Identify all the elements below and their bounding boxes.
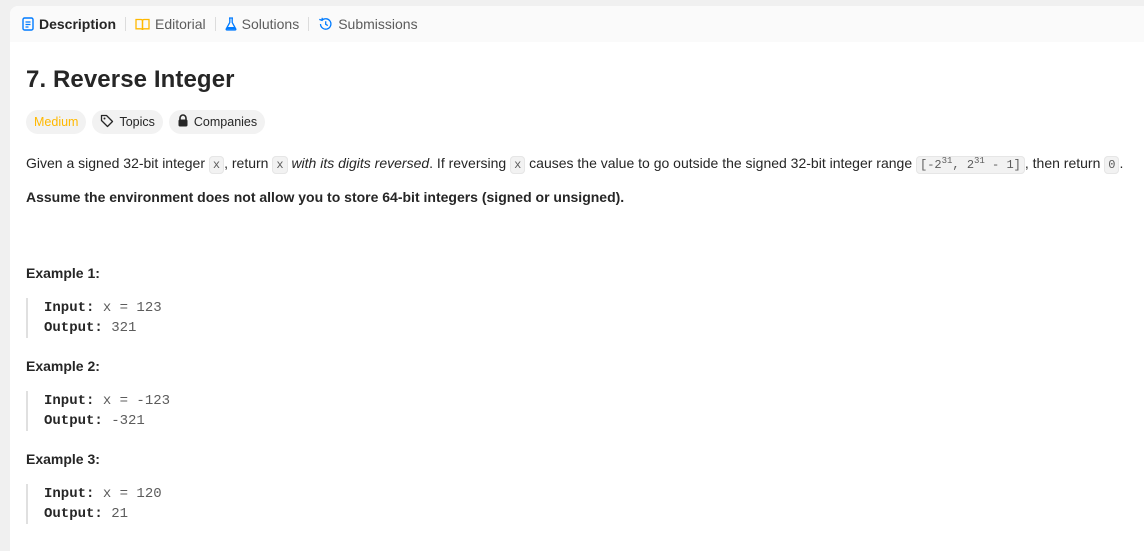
output-value: -321	[111, 413, 145, 429]
output-value: 321	[111, 320, 137, 336]
tab-description[interactable]: Description	[22, 6, 116, 42]
desc-text: .	[1119, 155, 1124, 171]
output-label: Output:	[44, 413, 103, 429]
problem-panel: Description Editorial Solutions Submissi…	[10, 6, 1144, 551]
tab-label: Solutions	[241, 16, 300, 32]
output-value: 21	[111, 506, 129, 522]
example-output-line: Output: -321	[44, 411, 170, 431]
lock-icon	[177, 114, 189, 130]
inline-code-x: x	[272, 156, 288, 174]
example-output-line: Output: 21	[44, 504, 162, 524]
companies-button[interactable]: Companies	[168, 110, 266, 134]
problem-title: 7. Reverse Integer	[26, 66, 235, 93]
desc-text: , then return	[1024, 155, 1105, 171]
tab-submissions[interactable]: Submissions	[318, 6, 418, 42]
input-value: x = 120	[102, 486, 162, 502]
example-block: Input: x = 123 Output: 321	[26, 298, 162, 338]
book-icon	[135, 18, 150, 31]
flask-icon	[225, 17, 237, 31]
range-part: , 2	[952, 158, 975, 172]
companies-label: Companies	[193, 115, 258, 129]
example-block: Input: x = 120 Output: 21	[26, 484, 162, 524]
constraint-note: Assume the environment does not allow yo…	[26, 189, 625, 205]
tag-icon	[100, 114, 114, 131]
inline-code-x: x	[510, 156, 526, 174]
example-block: Input: x = -123 Output: -321	[26, 391, 170, 431]
tab-label: Description	[39, 16, 117, 32]
inline-code-range: [-231, 231 - 1]	[916, 156, 1025, 174]
desc-text: causes the value to go outside the signe…	[525, 155, 916, 171]
tab-divider	[125, 17, 127, 31]
tab-divider	[214, 17, 216, 31]
topics-button[interactable]: Topics	[92, 110, 163, 134]
desc-text: . If reversing	[429, 155, 511, 171]
output-label: Output:	[44, 506, 103, 522]
input-label: Input:	[44, 393, 95, 409]
tab-divider	[308, 17, 310, 31]
problem-description: Given a signed 32-bit integer x, return …	[26, 151, 1136, 175]
example-output-line: Output: 321	[44, 318, 162, 338]
document-icon	[22, 17, 34, 31]
example-title: Example 3:	[26, 451, 100, 467]
difficulty-badge: Medium	[26, 110, 87, 134]
desc-text: , return	[224, 155, 273, 171]
output-label: Output:	[44, 320, 103, 336]
example-title: Example 2:	[26, 358, 100, 374]
example-input-line: Input: x = 120	[44, 484, 162, 504]
example-input-line: Input: x = 123	[44, 298, 162, 318]
desc-text: Given a signed 32-bit integer	[26, 155, 209, 171]
tab-label: Editorial	[155, 16, 206, 32]
input-label: Input:	[44, 486, 95, 502]
tab-solutions[interactable]: Solutions	[225, 6, 300, 42]
history-icon	[318, 17, 333, 31]
tab-label: Submissions	[338, 16, 418, 32]
problem-tags: Medium Topics Companies	[26, 110, 266, 134]
range-part: [-2	[920, 158, 942, 172]
example-title: Example 1:	[26, 265, 100, 281]
range-exponent: 31	[941, 156, 953, 166]
inline-code-zero: 0	[1104, 156, 1120, 174]
input-value: x = -123	[102, 393, 171, 409]
desc-emphasis: with its digits reversed	[291, 155, 430, 171]
example-input-line: Input: x = -123	[44, 391, 170, 411]
range-exponent: 31	[974, 156, 985, 166]
tab-editorial[interactable]: Editorial	[135, 6, 206, 42]
tab-bar: Description Editorial Solutions Submissi…	[10, 6, 1144, 42]
topics-label: Topics	[119, 115, 155, 129]
difficulty-label: Medium	[34, 115, 79, 129]
range-part: - 1]	[984, 158, 1021, 172]
input-value: x = 123	[102, 300, 162, 316]
inline-code-x: x	[208, 156, 225, 174]
input-label: Input:	[44, 300, 95, 316]
